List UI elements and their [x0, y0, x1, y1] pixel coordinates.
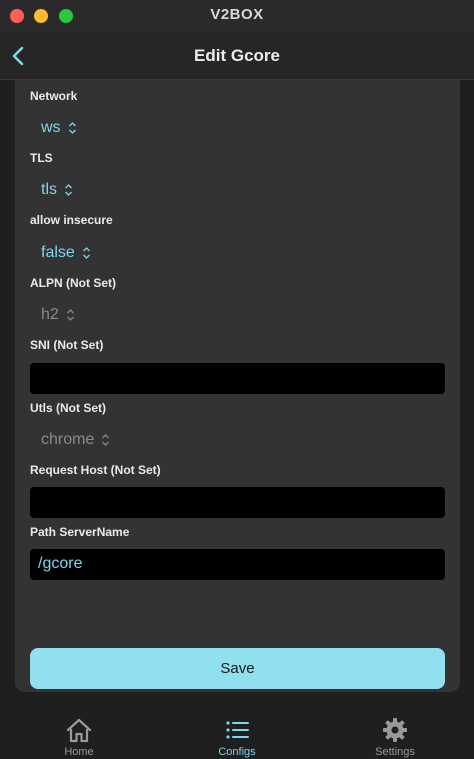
tab-settings[interactable]: Settings — [355, 717, 435, 758]
network-select[interactable]: ws — [41, 119, 77, 137]
gear-icon — [383, 718, 407, 742]
request-host-label: Request Host (Not Set) — [30, 463, 161, 477]
config-form: Network ws TLS tls allow insecure false … — [15, 80, 460, 692]
chevron-up-down-icon — [65, 184, 72, 196]
chevron-up-down-icon — [102, 434, 110, 446]
request-host-field[interactable] — [30, 487, 445, 518]
path-servername-field[interactable]: /gcore — [30, 549, 445, 580]
sni-label: SNI (Not Set) — [30, 338, 104, 352]
allow-insecure-value: false — [41, 244, 75, 261]
tab-settings-label: Settings — [375, 746, 415, 758]
tab-home[interactable]: Home — [39, 717, 119, 758]
window-title: V2BOX — [210, 6, 264, 23]
chevron-up-down-icon — [82, 247, 90, 259]
house-icon — [66, 718, 92, 743]
network-label: Network — [30, 89, 78, 103]
tls-select[interactable]: tls — [41, 181, 73, 199]
utls-value: chrome — [41, 431, 95, 448]
allow-insecure-label: allow insecure — [30, 213, 113, 227]
path-servername-label: Path ServerName — [30, 525, 130, 539]
network-value: ws — [41, 119, 61, 136]
tab-home-label: Home — [64, 746, 94, 758]
utls-label: Utls (Not Set) — [30, 401, 106, 415]
chevron-up-down-icon — [68, 122, 76, 134]
navigation-bar: Edit Gcore — [0, 32, 474, 80]
page-title: Edit Gcore — [194, 46, 280, 65]
list-icon — [226, 721, 249, 739]
tls-label: TLS — [30, 151, 53, 165]
tab-configs-label: Configs — [218, 746, 256, 758]
tab-bar: Home Configs Settings — [0, 706, 474, 759]
alpn-value: h2 — [41, 306, 59, 323]
tab-configs[interactable]: Configs — [197, 717, 277, 758]
sni-field[interactable] — [30, 363, 445, 394]
alpn-label: ALPN (Not Set) — [30, 276, 116, 290]
allow-insecure-select[interactable]: false — [41, 244, 91, 262]
utls-select[interactable]: chrome — [41, 431, 110, 449]
save-button[interactable]: Save — [30, 648, 445, 689]
tls-value: tls — [41, 181, 57, 198]
alpn-select[interactable]: h2 — [41, 306, 75, 324]
chevron-up-down-icon — [66, 309, 74, 321]
window-titlebar: V2BOX — [0, 0, 474, 32]
